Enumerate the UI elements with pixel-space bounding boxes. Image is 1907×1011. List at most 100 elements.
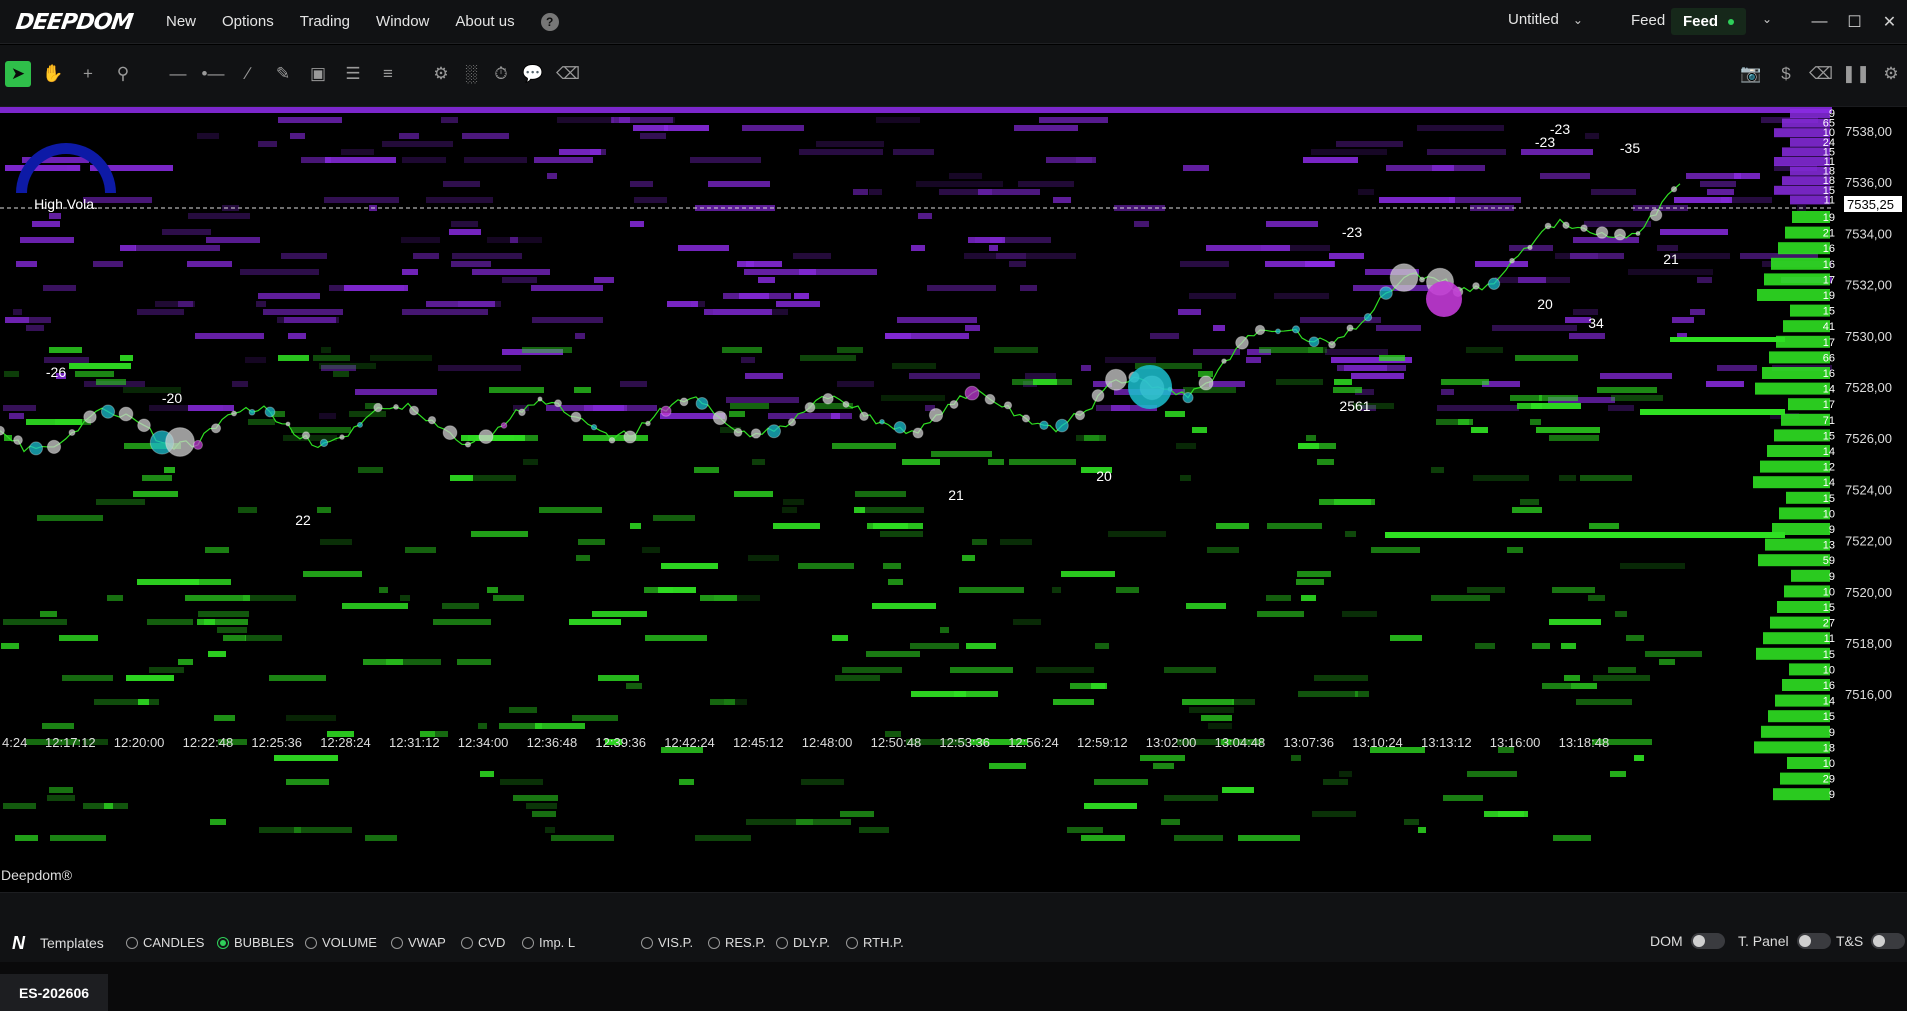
bid-liquidity-cell [569, 619, 621, 625]
option-rth-p[interactable]: RTH.P. [846, 935, 904, 950]
ts-toggle[interactable]: T&S [1836, 933, 1906, 949]
ask-liquidity-cell [708, 181, 770, 187]
bid-liquidity-cell [107, 595, 123, 601]
volume-bars-icon[interactable]: ░ [458, 61, 484, 87]
bid-liquidity-cell [379, 587, 388, 593]
trade-bubble [409, 405, 419, 416]
trendline-icon[interactable]: ∕ [235, 61, 261, 87]
menu-new[interactable]: New [166, 13, 196, 30]
radio-volume[interactable] [305, 936, 317, 949]
bid-depth-bar [1771, 257, 1830, 270]
radio-candles[interactable] [126, 936, 138, 949]
bid-liquidity-cell [1033, 379, 1057, 385]
radio-imp-l[interactable] [522, 936, 534, 949]
time-axis-label: 12:22:48 [183, 735, 234, 750]
radio-dly-p[interactable] [776, 936, 788, 949]
menu-about[interactable]: About us [455, 13, 514, 30]
ask-liquidity-cell [1608, 405, 1634, 411]
ask-liquidity-cell [1020, 285, 1037, 291]
ask-liquidity-cell [1344, 365, 1406, 371]
help-icon[interactable]: ? [540, 12, 559, 31]
ray-icon[interactable]: •— [200, 61, 226, 87]
menu-trading[interactable]: Trading [300, 13, 350, 30]
option-dly-p[interactable]: DLY.P. [776, 935, 830, 950]
hline-icon[interactable]: — [165, 61, 191, 87]
trade-bubble [518, 408, 526, 417]
radio-res-p[interactable] [708, 936, 720, 949]
bid-depth-label: 15 [1823, 711, 1835, 723]
hand-icon[interactable]: ✋ [40, 61, 66, 87]
bid-liquidity-cell [832, 635, 848, 641]
crosshair-icon[interactable]: + [75, 61, 101, 87]
bid-liquidity-cell [50, 835, 106, 841]
volatility-arc-icon [16, 143, 116, 193]
settings-sliders-icon[interactable]: ⚙ [428, 61, 454, 87]
bid-liquidity-cell [626, 683, 642, 689]
ask-liquidity-cell [630, 181, 653, 187]
dollar-icon[interactable]: $ [1773, 61, 1799, 87]
feed-label[interactable]: Feed [1631, 12, 1665, 29]
dom-switch[interactable] [1690, 933, 1725, 949]
radio-bubbles[interactable] [217, 936, 229, 949]
ask-liquidity-cell [713, 309, 788, 315]
bid-liquidity-cell [545, 827, 555, 833]
workspace-selector[interactable]: Untitled ⌄ [1508, 11, 1583, 28]
menu-window[interactable]: Window [376, 13, 429, 30]
heatmap-canvas[interactable]: -26-20222120-23-23-23-352120342561965102… [0, 107, 1907, 892]
bid-depth-label: 19 [1823, 290, 1835, 302]
rectangle-icon[interactable]: ▣ [305, 61, 331, 87]
templates-button[interactable]: Templates [40, 935, 104, 951]
maximize-icon[interactable]: ☐ [1837, 12, 1872, 32]
bid-depth-label: 21 [1823, 228, 1835, 240]
t-panel-toggle[interactable]: T. Panel [1738, 933, 1831, 949]
radio-rth-p[interactable] [846, 936, 858, 949]
radio-vis-p[interactable] [641, 936, 653, 949]
radio-vwap[interactable] [391, 936, 403, 949]
comment-icon[interactable]: 💬 [520, 61, 546, 87]
lines-icon[interactable]: ≡ [375, 61, 401, 87]
close-icon[interactable]: ✕ [1872, 12, 1907, 32]
bid-liquidity-cell [274, 755, 338, 761]
zoom-icon[interactable]: ⚲ [110, 61, 136, 87]
heatmap-chart[interactable]: -26 -20 22 21 20 -23 -23 -23 -35 21 20 34 2561 9 65 10 2… [0, 107, 1907, 892]
bid-liquidity-cell [1441, 379, 1489, 385]
menu-options[interactable]: Options [222, 13, 274, 30]
bid-liquidity-cell [1176, 443, 1196, 449]
hlines-icon[interactable]: ☰ [340, 61, 366, 87]
option-candles[interactable]: CANDLES [126, 935, 204, 950]
instrument-tab[interactable]: ES-202606 [0, 974, 108, 1011]
pause-icon[interactable]: ❚❚ [1842, 61, 1871, 87]
clear-drawings-icon[interactable]: ⌫ [1808, 61, 1834, 87]
option-bubbles[interactable]: BUBBLES [217, 935, 294, 950]
option-vwap[interactable]: VWAP [391, 935, 446, 950]
ask-liquidity-cell [1697, 277, 1712, 283]
trade-bubble [767, 424, 781, 439]
bid-liquidity-cell [522, 347, 572, 353]
option-cvd[interactable]: CVD [461, 935, 505, 950]
radio-cvd[interactable] [461, 936, 473, 949]
ask-depth-bar [1774, 185, 1830, 195]
timer-icon[interactable]: ⏱ [488, 61, 514, 87]
bid-liquidity-cell [881, 395, 945, 401]
ruler-icon[interactable]: ✎ [270, 61, 296, 87]
bid-depth-label: 13 [1823, 540, 1835, 552]
dom-toggle[interactable]: DOM [1650, 933, 1725, 949]
t-panel-switch[interactable] [1796, 933, 1831, 949]
ask-liquidity-cell [1379, 197, 1455, 203]
eraser-icon[interactable]: ⌫ [555, 61, 581, 87]
feed-dropdown-icon[interactable]: ⌄ [1762, 12, 1772, 26]
ts-switch[interactable] [1871, 933, 1906, 949]
ask-liquidity-cell [799, 149, 883, 155]
gear-icon[interactable]: ⚙ [1878, 61, 1904, 87]
bid-liquidity-cell [269, 675, 326, 681]
option-volume[interactable]: VOLUME [305, 935, 377, 950]
minimize-icon[interactable]: — [1802, 13, 1837, 31]
cursor-icon[interactable]: ➤ [5, 61, 31, 87]
option-vis-p[interactable]: VIS.P. [641, 935, 693, 950]
ask-liquidity-cell [137, 309, 184, 315]
camera-icon[interactable]: 📷 [1738, 61, 1764, 87]
ask-liquidity-cell [534, 157, 593, 163]
option-res-p[interactable]: RES.P. [708, 935, 766, 950]
feed-status-button[interactable]: Feed [1671, 8, 1747, 35]
option-imp-l[interactable]: Imp. L [522, 935, 575, 950]
